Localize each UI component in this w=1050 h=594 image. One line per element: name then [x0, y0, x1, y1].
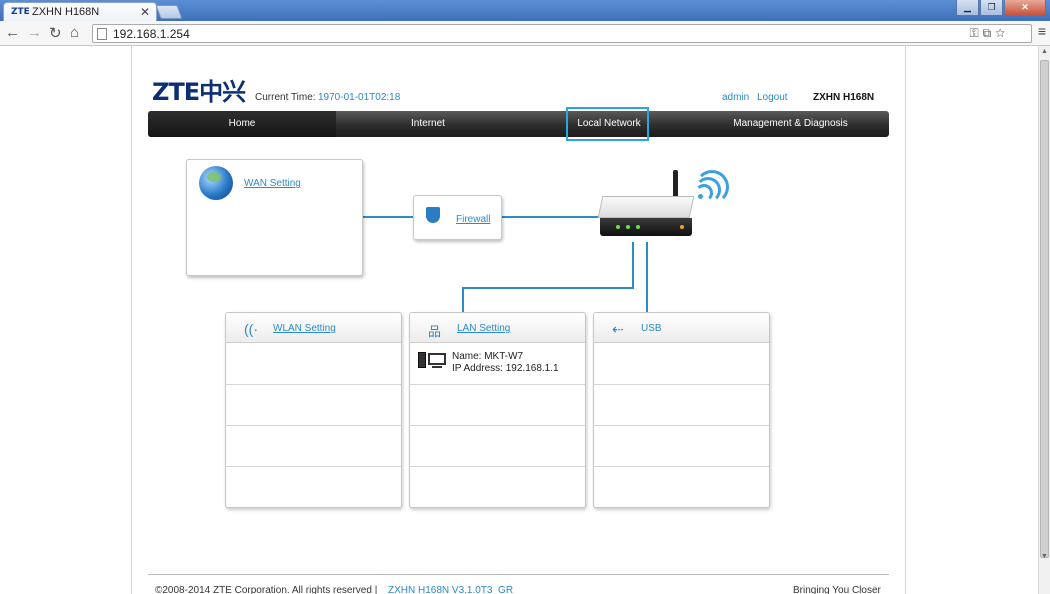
- device-model: ZXHN H168N: [813, 92, 875, 103]
- address-url[interactable]: 192.168.1.254: [113, 27, 190, 41]
- zte-logo: ZTE中兴: [152, 78, 246, 106]
- home-icon[interactable]: ⌂: [70, 24, 79, 41]
- back-icon[interactable]: ←: [5, 24, 20, 41]
- usb-panel-header: ⇠ USB: [594, 313, 769, 343]
- vertical-scrollbar[interactable]: ▲ ▼: [1038, 46, 1050, 594]
- firewall-card: Firewall: [413, 195, 502, 240]
- logout-link[interactable]: Logout: [757, 92, 788, 103]
- firmware-version-link[interactable]: ZXHN H168N V3.1.0T3_GR: [388, 585, 513, 594]
- wlan-setting-link[interactable]: WLAN Setting: [273, 323, 336, 334]
- minimize-button[interactable]: ▁: [956, 0, 979, 16]
- nav-management-diagnosis[interactable]: Management & Diagnosis: [708, 118, 873, 129]
- connector-usb-drop: [646, 242, 648, 312]
- lan-setting-link[interactable]: LAN Setting: [457, 323, 510, 334]
- lan-panel: 品 LAN Setting Name: MKT-W7 IP Address: 1…: [409, 312, 586, 508]
- connector-wan-firewall: [363, 216, 415, 218]
- frame-left-border: [131, 46, 132, 594]
- network-icon: 品: [428, 324, 442, 339]
- window-controls: ▁ ❐ ✕: [956, 0, 1046, 16]
- tab-close-icon[interactable]: ✕: [140, 5, 150, 19]
- wan-card: WAN Setting: [186, 159, 363, 276]
- admin-link[interactable]: admin: [722, 92, 749, 103]
- usb-label[interactable]: USB: [641, 323, 662, 334]
- close-window-button[interactable]: ✕: [1004, 0, 1046, 16]
- page-icon: [97, 28, 107, 40]
- tab-favicon: ZTE: [11, 7, 30, 17]
- current-time-value: 1970-01-01T02:18: [318, 92, 401, 103]
- current-time-label: Current Time:: [255, 92, 316, 103]
- reload-icon[interactable]: ↻: [49, 24, 62, 42]
- address-bar[interactable]: 192.168.1.254 ⚿⧉☆: [92, 24, 1032, 43]
- tab-title: ZXHN H168N: [32, 6, 100, 18]
- maximize-button[interactable]: ❐: [980, 0, 1003, 16]
- slogan-text: Bringing You Closer: [793, 585, 881, 594]
- device-ip: IP Address: 192.168.1.1: [452, 363, 559, 374]
- scroll-down-icon[interactable]: ▼: [1041, 553, 1048, 560]
- usb-panel: ⇠ USB: [593, 312, 770, 508]
- firewall-link[interactable]: Firewall: [456, 214, 490, 225]
- scroll-up-icon[interactable]: ▲: [1041, 48, 1048, 55]
- nav-focus-highlight: [566, 107, 649, 141]
- wlan-panel: ((· WLAN Setting: [225, 312, 402, 508]
- bookmark-star-icon[interactable]: ⚿⧉☆: [970, 26, 1010, 41]
- scroll-thumb[interactable]: [1040, 60, 1049, 558]
- browser-menu-icon[interactable]: ≡: [1038, 23, 1046, 39]
- connector-firewall-router: [502, 216, 600, 218]
- browser-tab[interactable]: ZTE ZXHN H168N ✕: [3, 2, 157, 21]
- wifi-icon: ((·: [244, 321, 258, 337]
- forward-icon[interactable]: →: [27, 24, 42, 41]
- globe-icon: [199, 166, 233, 200]
- connector-lan-horizontal: [463, 287, 634, 289]
- router-icon: [597, 196, 695, 242]
- connector-lan-drop: [462, 287, 464, 313]
- browser-title-bar: ZTE ZXHN H168N ✕ ▁ ❐ ✕: [0, 0, 1050, 21]
- computer-icon: [418, 352, 446, 370]
- main-nav: Home Internet Local Network Management &…: [148, 111, 889, 137]
- nav-internet[interactable]: Internet: [336, 118, 520, 129]
- wan-setting-link[interactable]: WAN Setting: [244, 178, 301, 189]
- new-tab-button[interactable]: [155, 5, 183, 19]
- usb-icon: ⇠: [612, 321, 624, 337]
- shield-icon: [426, 207, 440, 223]
- footer-divider: [148, 574, 889, 575]
- lan-device-row[interactable]: Name: MKT-W7 IP Address: 192.168.1.1: [410, 344, 585, 384]
- frame-right-border: [905, 46, 906, 594]
- device-name: Name: MKT-W7: [452, 351, 524, 362]
- browser-toolbar: ← → ↻ ⌂ 192.168.1.254 ⚿⧉☆ ≡: [0, 21, 1050, 46]
- wlan-panel-header: ((· WLAN Setting: [226, 313, 401, 343]
- nav-home[interactable]: Home: [148, 118, 336, 129]
- copyright-text: ©2008-2014 ZTE Corporation. All rights r…: [155, 585, 378, 594]
- lan-panel-header: 品 LAN Setting: [410, 313, 585, 343]
- connector-router-down: [632, 242, 634, 288]
